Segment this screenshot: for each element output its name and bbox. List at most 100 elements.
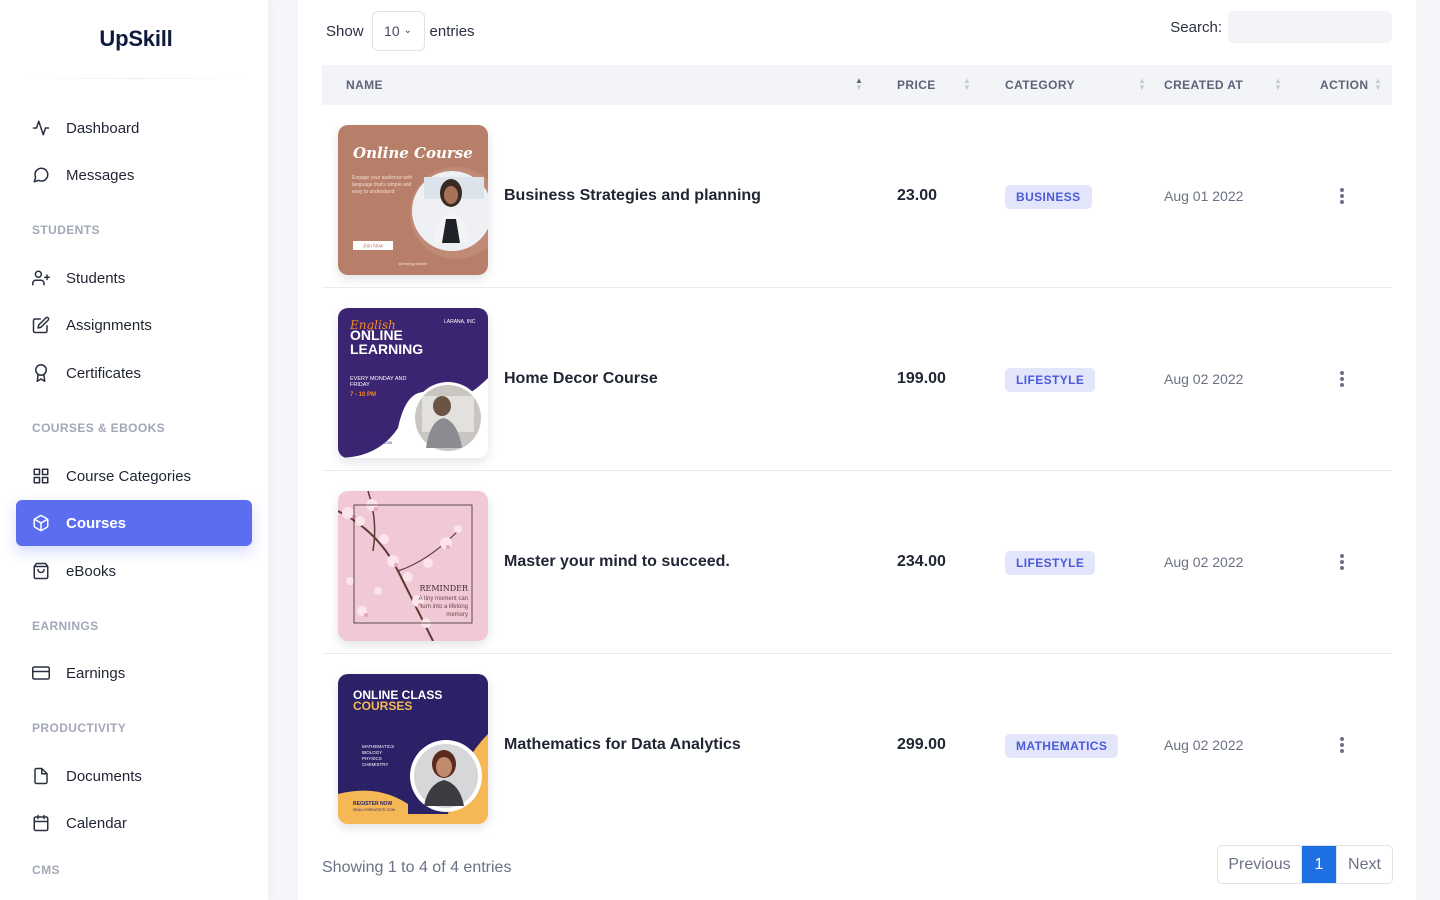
sidebar-item-documents[interactable]: Documents	[16, 753, 252, 799]
table-row: REMINDER A tiny moment can turn into a l…	[322, 471, 1392, 654]
thumb-company: LARANA, INC	[444, 319, 476, 325]
sidebar-item-courses[interactable]: Courses	[16, 500, 252, 546]
column-label: CATEGORY	[1005, 78, 1075, 92]
course-price: 234.00	[897, 553, 946, 570]
thumb-subject: BIOLOGY	[362, 750, 382, 755]
column-label: CREATED AT	[1164, 78, 1244, 92]
sort-icon: ▲ ▼	[963, 76, 971, 92]
brand-logo[interactable]: UpSkill	[0, 26, 272, 52]
courses-table: NAME ▲ ▼ PRICE ▲ ▼ CATEGORY ▲ ▼ CREATED AT …	[322, 65, 1392, 824]
sort-icon: ▲ ▼	[1374, 76, 1382, 92]
box-icon	[32, 514, 50, 532]
course-thumbnail[interactable]: English ONLINE LEARNING LARANA, INC EVER…	[338, 308, 488, 458]
table-row: English ONLINE LEARNING LARANA, INC EVER…	[322, 288, 1392, 471]
thumb-schedule: EVERY MONDAY AND FRIDAY	[350, 376, 407, 388]
course-name[interactable]: Mathematics for Data Analytics	[504, 736, 741, 754]
course-name[interactable]: Master your mind to succeed.	[504, 553, 730, 571]
sidebar-item-label: Earnings	[66, 664, 126, 682]
pagination: Previous 1 Next	[1217, 845, 1393, 884]
thumb-text: A tiny moment can turn into a lifelong m…	[418, 596, 468, 618]
sidebar-item-label: Assignments	[66, 316, 152, 334]
calendar-icon	[32, 814, 50, 832]
shopping-bag-icon	[32, 562, 50, 580]
user-plus-icon	[32, 269, 50, 287]
created-at: Aug 01 2022	[1164, 188, 1244, 204]
more-vertical-icon[interactable]	[1334, 735, 1350, 755]
sort-icon: ▲ ▼	[1138, 76, 1146, 92]
sidebar-item-label: Course Categories	[66, 467, 192, 485]
sidebar-item-calendar[interactable]: Calendar	[16, 800, 252, 846]
column-header-name[interactable]: NAME	[346, 65, 383, 105]
show-label: Show	[326, 22, 364, 40]
column-header-action[interactable]: ACTION	[1320, 65, 1368, 105]
award-icon	[32, 364, 50, 382]
category-badge: LIFESTYLE	[1005, 551, 1096, 575]
sidebar-item-label: eBooks	[66, 562, 117, 580]
thumb-title: Online Course	[353, 144, 473, 162]
course-thumbnail-art: ONLINE CLASS COURSES MATHEMATICS BIOLOGY…	[338, 674, 488, 824]
course-thumbnail-art: REMINDER A tiny moment can turn into a l…	[338, 491, 488, 641]
page-button-1[interactable]: 1	[1302, 846, 1336, 883]
sidebar-item-dashboard[interactable]: Dashboard	[16, 105, 252, 151]
sidebar-item-assignments[interactable]: Assignments	[16, 302, 252, 348]
sidebar-item-students[interactable]: Students	[16, 255, 252, 301]
column-header-created-at[interactable]: CREATED AT	[1164, 65, 1243, 105]
activity-icon	[32, 119, 50, 137]
thumb-time: 7 - 10 PM	[350, 392, 376, 398]
more-vertical-icon[interactable]	[1334, 552, 1350, 572]
section-label-courses-ebooks: COURSES & EBOOKS	[32, 421, 166, 435]
file-icon	[32, 767, 50, 785]
column-label: PRICE	[897, 78, 936, 92]
previous-button[interactable]: Previous	[1218, 846, 1302, 883]
thumb-subtitle: COURSES	[353, 699, 412, 713]
sort-icon: ▲ ▼	[1274, 76, 1282, 92]
page-length-value: 10	[384, 23, 400, 39]
column-header-category[interactable]: CATEGORY	[1005, 65, 1075, 105]
more-vertical-icon[interactable]	[1334, 369, 1350, 389]
column-label: NAME	[346, 78, 383, 92]
sidebar-item-label: Calendar	[66, 814, 127, 832]
search-input[interactable]	[1228, 11, 1392, 43]
more-vertical-icon[interactable]	[1334, 186, 1350, 206]
section-label-productivity: PRODUCTIVITY	[32, 721, 127, 735]
category-badge: BUSINESS	[1005, 185, 1092, 209]
thumb-site: REALLYGREATSITE.COM	[350, 441, 392, 445]
chevron-down-icon: ⌄	[403, 24, 413, 36]
course-thumbnail[interactable]: Online Course Engage your audience with …	[338, 125, 488, 275]
sidebar: UpSkill Dashboard Messages STUDENTS Stud…	[0, 0, 268, 900]
sidebar-item-earnings[interactable]: Earnings	[16, 650, 252, 696]
section-label-earnings: EARNINGS	[32, 619, 99, 633]
sidebar-item-course-categories[interactable]: Course Categories	[16, 453, 252, 499]
course-name[interactable]: Home Decor Course	[504, 370, 658, 388]
thumb-subtitle: Engage your audience with language that'…	[352, 175, 413, 195]
section-label-cms: CMS	[32, 863, 60, 877]
sidebar-item-certificates[interactable]: Certificates	[16, 350, 252, 396]
section-label-students: STUDENTS	[32, 223, 100, 237]
table-header: NAME ▲ ▼ PRICE ▲ ▼ CATEGORY ▲ ▼ CREATED AT …	[322, 65, 1392, 105]
column-label: ACTION	[1320, 78, 1369, 92]
sidebar-item-label: Certificates	[66, 364, 142, 382]
created-at: Aug 02 2022	[1164, 371, 1244, 387]
thumb-title: REMINDER	[420, 584, 469, 593]
thumb-cta: REGISTER NOW	[350, 434, 389, 440]
table-row: ONLINE CLASS COURSES MATHEMATICS BIOLOGY…	[322, 654, 1392, 837]
course-name[interactable]: Business Strategies and planning	[504, 187, 761, 205]
table-info: Showing 1 to 4 of 4 entries	[322, 859, 512, 876]
sidebar-item-ebooks[interactable]: eBooks	[16, 548, 252, 594]
thumb-cta: Join Now	[363, 244, 384, 250]
sort-icon: ▲ ▼	[855, 76, 863, 92]
created-at: Aug 02 2022	[1164, 554, 1244, 570]
course-thumbnail[interactable]: ONLINE CLASS COURSES MATHEMATICS BIOLOGY…	[338, 674, 488, 824]
page-length-select[interactable]: 10 ⌄	[371, 11, 425, 51]
course-thumbnail[interactable]: REMINDER A tiny moment can turn into a l…	[338, 491, 488, 641]
column-header-price[interactable]: PRICE	[897, 65, 936, 105]
category-badge: LIFESTYLE	[1005, 368, 1096, 392]
sidebar-item-messages[interactable]: Messages	[16, 152, 252, 198]
thumb-subject: MATHEMATICS	[362, 744, 394, 749]
thumb-subject: PHYSICS	[362, 756, 382, 761]
next-button[interactable]: Next	[1336, 846, 1392, 883]
thumb-subtitle: LEARNING	[350, 341, 423, 357]
thumb-site: REALLYGREATSITE.COM	[353, 808, 395, 812]
category-badge: MATHEMATICS	[1005, 734, 1119, 758]
entries-label: entries	[429, 22, 475, 40]
